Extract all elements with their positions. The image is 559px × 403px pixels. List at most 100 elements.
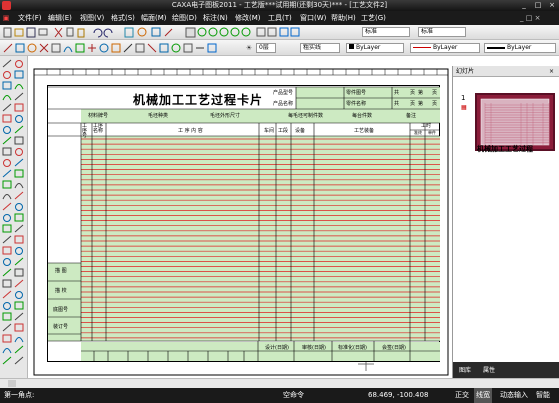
rect-tool-icon[interactable] [2,334,12,343]
rect-tool-icon[interactable] [14,301,24,310]
total-pages-label-2: 共 [394,101,400,107]
doc-menu-icon[interactable]: ▣ [2,14,10,22]
slide-panel-close-icon[interactable]: × [549,66,554,77]
line-tool-icon[interactable] [14,312,24,321]
arc-tool-icon[interactable] [14,183,24,189]
slide-thumbnail[interactable] [475,93,555,151]
menu-file[interactable]: 文件(F) [18,11,42,25]
rect-tool-icon[interactable] [2,147,12,156]
line-tool-icon[interactable] [2,290,12,299]
circle-tool-icon[interactable] [3,214,11,222]
arc-tool-icon[interactable] [14,337,24,343]
line-tool-icon[interactable] [14,356,24,365]
sheet-icon [267,27,277,37]
menu-doc-controls[interactable]: _ □ × [520,11,540,25]
line-tool-icon[interactable] [2,356,12,365]
toolbar-icons[interactable] [0,25,380,40]
circle-tool-icon[interactable] [3,159,11,167]
circle-tool-icon[interactable] [15,148,23,156]
menu-process[interactable]: 工艺(G) [361,11,386,25]
tab-library[interactable]: 图库 [459,365,471,374]
line-tool-icon[interactable] [2,136,12,145]
rect-tool-icon[interactable] [2,114,12,123]
line-tool-icon[interactable] [14,257,24,266]
lineweight-combo[interactable]: ByLayer [484,43,556,53]
smart-toggle[interactable]: 智能 [534,388,552,403]
maximize-button[interactable]: □ [531,1,545,10]
text-style-combo[interactable]: 标准 [362,27,410,37]
line-tool-icon[interactable] [14,125,24,134]
circle-tool-icon[interactable] [15,203,23,211]
linetype-combo[interactable]: 粗实线 [300,43,340,53]
line-tool-icon[interactable] [14,191,24,200]
arc-tool-icon[interactable] [2,95,12,101]
minimize-button[interactable]: _ [517,1,531,10]
circle-tool-icon[interactable] [15,115,23,123]
line-tool-icon[interactable] [14,345,24,354]
line-tool-icon[interactable] [2,169,12,178]
menu-help[interactable]: 帮助(H) [331,11,356,25]
menu-format[interactable]: 格式(S) [111,11,135,25]
line-tool-icon[interactable] [2,323,12,332]
rect-tool-icon[interactable] [14,70,24,79]
line-tool-icon[interactable] [14,92,24,101]
menu-draw[interactable]: 绘图(D) [172,11,197,25]
rect-tool-icon[interactable] [14,103,24,112]
rect-tool-icon[interactable] [2,81,12,90]
line-tool-icon[interactable] [14,158,24,167]
arc-tool-icon[interactable] [2,348,12,354]
blank-type-label: 毛坯种类 [148,113,169,119]
circle-tool-icon[interactable] [15,60,23,68]
menu-view[interactable]: 视图(V) [80,11,104,25]
copy-icon [66,27,74,37]
ortho-toggle[interactable]: 正交 [453,388,471,403]
circle-tool-icon[interactable] [3,302,11,310]
rect-tool-icon[interactable] [14,235,24,244]
rect-tool-icon[interactable] [14,213,24,222]
line-tool-icon[interactable] [2,103,12,112]
menu-modify[interactable]: 修改(M) [235,11,261,25]
rect-tool-icon[interactable] [14,169,24,178]
menu-edit[interactable]: 编辑(E) [48,11,72,25]
command-status: 空命令 [283,391,304,399]
arc-tool-icon[interactable] [2,194,12,200]
circle-tool-icon[interactable] [3,71,11,79]
rect-tool-icon[interactable] [2,279,12,288]
drawing-tool-icons[interactable] [0,56,28,378]
arc-tool-icon[interactable] [14,84,24,90]
edit-toolbar-icons[interactable] [0,40,240,56]
menu-tools[interactable]: 工具(T) [268,11,292,25]
horizontal-scrollbar[interactable] [0,378,559,388]
circle-tool-icon[interactable] [3,258,11,266]
scroll-left-button[interactable] [8,380,16,387]
rect-tool-icon[interactable] [14,268,24,277]
circle-tool-icon[interactable] [15,291,23,299]
line-tool-icon[interactable] [14,279,24,288]
menu-sheet[interactable]: 幅面(M) [141,11,167,25]
tab-properties[interactable]: 属性 [483,365,495,374]
dynamic-input-toggle[interactable]: 动态输入 [498,388,530,403]
layer-icon[interactable]: ☀ [245,44,253,52]
menu-window[interactable]: 窗口(W) [300,11,326,25]
dimension-style-combo[interactable]: 标准 [418,27,466,37]
rect-tool-icon[interactable] [14,323,24,332]
rect-tool-icon[interactable] [2,180,12,189]
rect-tool-icon[interactable] [2,312,12,321]
circle-tool-icon[interactable] [3,126,11,134]
linetype-sample [413,47,431,48]
rect-tool-icon[interactable] [2,224,12,233]
close-button[interactable]: × [545,1,559,10]
line-tool-icon[interactable] [2,235,12,244]
line-tool-icon[interactable] [14,224,24,233]
lineweight-toggle[interactable]: 线宽 [474,388,492,403]
menu-dimension[interactable]: 标注(N) [203,11,228,25]
linetype2-combo[interactable]: ByLayer [410,43,480,53]
color-combo[interactable]: ByLayer [346,43,404,53]
rect-tool-icon[interactable] [14,136,24,145]
layer-combo[interactable]: 0层 [256,43,276,53]
line-tool-icon[interactable] [2,59,12,68]
line-tool-icon[interactable] [2,202,12,211]
line-tool-icon[interactable] [2,268,12,277]
rect-tool-icon[interactable] [2,246,12,255]
circle-tool-icon[interactable] [15,247,23,255]
